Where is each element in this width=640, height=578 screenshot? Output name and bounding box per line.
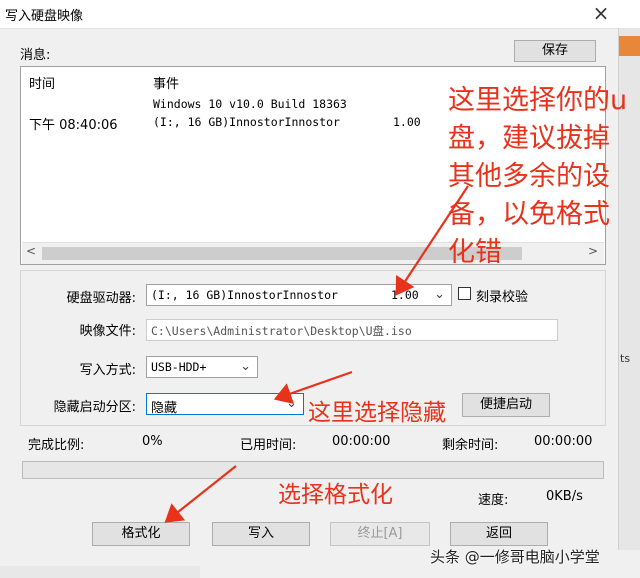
image-file-value: C:\Users\Administrator\Desktop\U盘.iso [151,324,412,338]
quick-boot-button[interactable]: 便捷启动 [462,393,550,417]
watermark: 头条 @一修哥电脑小学堂 [430,548,600,566]
verify-checkbox[interactable] [458,287,471,300]
background-window-marker [619,36,640,56]
hide-partition-label: 隐藏启动分区: [53,400,136,415]
annotation-select-hide: 这里选择隐藏 [308,400,446,426]
log-row-event: Windows 10 v10.0 Build 18363 [153,97,347,111]
chevron-down-icon: ⌄ [286,396,297,411]
verify-label: 刻录校验 [476,290,529,305]
hide-partition-value: 隐藏 [151,401,178,416]
drive-label: 硬盘驱动器: [66,291,136,306]
scroll-left-icon[interactable]: < [26,244,36,258]
chevron-down-icon: ⌄ [434,287,445,302]
background-window-text: ts [620,352,631,365]
annotation-select-drive: 这里选择你的u盘，建议拔掉其他多余的设备，以免格式化错 [448,85,628,268]
annotation-select-format: 选择格式化 [278,482,393,508]
column-header-time: 时间 [29,77,56,92]
log-row-event: (I:, 16 GB)InnostorInnostor [153,115,340,129]
write-mode-label: 写入方式: [79,363,136,378]
speed-value: 0KB/s [546,489,583,504]
format-button[interactable]: 格式化 [92,522,190,546]
save-button[interactable]: 保存 [514,40,596,62]
messages-label: 消息: [20,48,51,63]
write-mode-value: USB-HDD+ [151,360,207,374]
image-label: 映像文件: [79,324,136,339]
column-header-event: 事件 [153,77,180,92]
elapsed-value: 00:00:00 [332,434,391,449]
remaining-value: 00:00:00 [534,434,593,449]
background-window-bottom [0,566,200,578]
hide-partition-select[interactable]: 隐藏 ⌄ [146,393,304,416]
close-icon[interactable]: × [588,2,614,24]
title-bar [0,0,640,29]
back-button[interactable]: 返回 [450,522,548,546]
remaining-label: 剩余时间: [442,438,499,453]
completion-value: 0% [142,434,163,449]
image-file-input[interactable]: C:\Users\Administrator\Desktop\U盘.iso [146,319,558,341]
write-mode-select[interactable]: USB-HDD+ ⌄ [146,356,258,378]
stop-button: 终止[A] [330,522,430,546]
drive-size: 1.00 [391,288,419,302]
window-title: 写入硬盘映像 [5,9,84,24]
elapsed-label: 已用时间: [240,438,297,453]
completion-label: 完成比例: [28,438,85,453]
drive-select-value: (I:, 16 GB)InnostorInnostor [151,288,338,302]
write-button[interactable]: 写入 [212,522,310,546]
chevron-down-icon: ⌄ [240,359,251,374]
log-row-extra: 1.00 [393,115,421,129]
speed-label: 速度: [478,493,509,508]
log-row-time: 下午 08:40:06 [29,118,118,133]
drive-select[interactable]: (I:, 16 GB)InnostorInnostor 1.00 ⌄ [146,284,452,306]
